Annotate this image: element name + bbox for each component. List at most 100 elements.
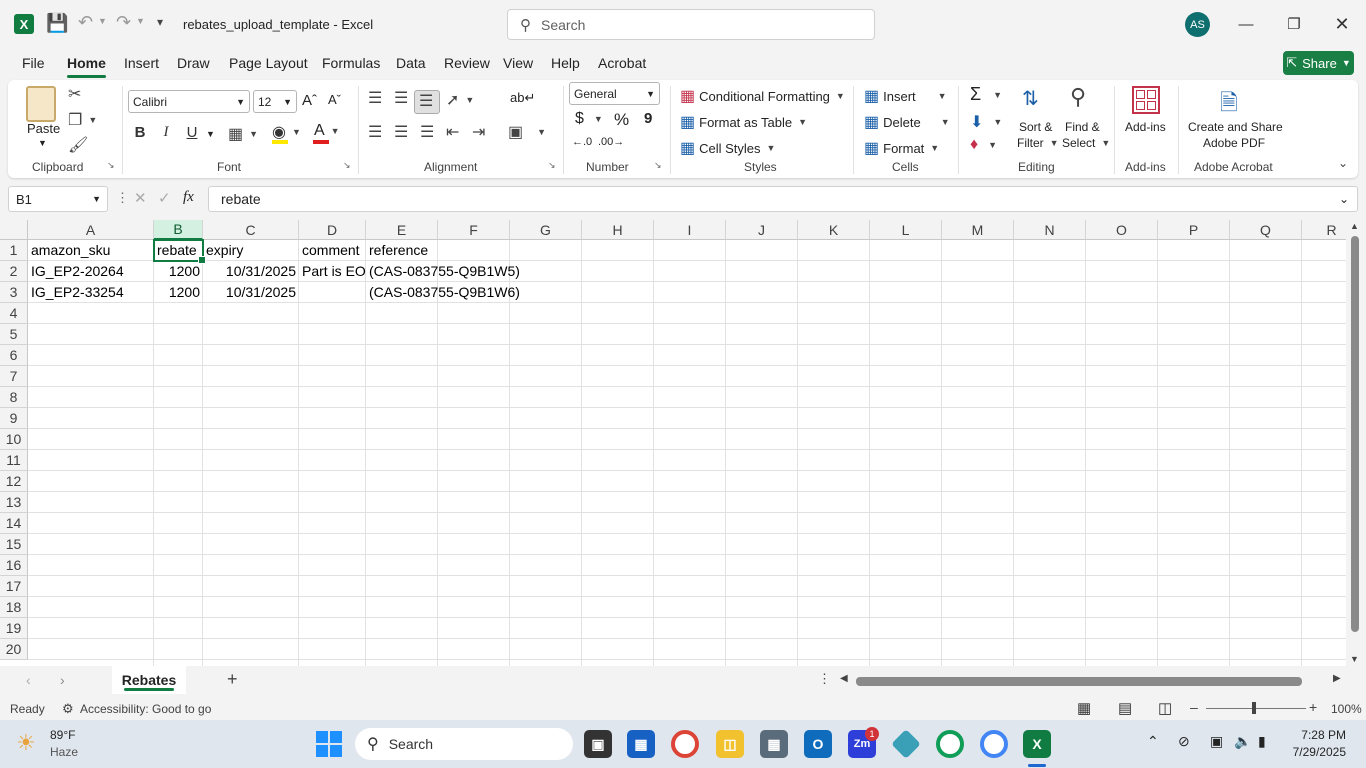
column-header-m[interactable]: M xyxy=(942,220,1014,240)
column-header-r[interactable]: R xyxy=(1302,220,1346,240)
cell-d1[interactable]: comment xyxy=(299,240,363,261)
redo-dropdown-icon[interactable]: ▼ xyxy=(136,16,145,26)
column-header-f[interactable]: F xyxy=(438,220,510,240)
cut-icon[interactable]: ✂ xyxy=(68,84,81,104)
tab-page-layout[interactable]: Page Layout xyxy=(229,55,308,71)
row-header-9[interactable]: 9 xyxy=(0,408,28,429)
cell-d2[interactable]: Part is EO xyxy=(299,261,369,282)
outlook-icon[interactable]: O xyxy=(804,730,832,758)
cell-a3[interactable]: IG_EP2-33254 xyxy=(28,282,127,303)
row-header-17[interactable]: 17 xyxy=(0,576,28,597)
row-header-13[interactable]: 13 xyxy=(0,492,28,513)
tab-formulas[interactable]: Formulas xyxy=(322,55,380,71)
row-header-12[interactable]: 12 xyxy=(0,471,28,492)
minimize-icon[interactable]: — xyxy=(1231,10,1261,38)
decrease-indent-icon[interactable]: ⇤ xyxy=(446,122,459,142)
add-sheet-icon[interactable]: + xyxy=(227,669,238,690)
comma-style-button[interactable]: 9 xyxy=(644,110,652,127)
zoom-in-icon[interactable]: + xyxy=(1309,699,1317,715)
alignment-launcher-icon[interactable]: ↘ xyxy=(548,160,556,171)
row-header-4[interactable]: 4 xyxy=(0,303,28,324)
create-share-pdf-button[interactable]: Create and Share xyxy=(1188,120,1283,134)
fill-icon[interactable]: ⬇ ▼ xyxy=(970,112,1002,132)
align-middle-icon[interactable]: ☰ xyxy=(394,88,408,108)
volume-icon[interactable]: 🔈 xyxy=(1234,733,1251,750)
zoom-out-icon[interactable]: – xyxy=(1190,699,1198,715)
expand-formula-icon[interactable]: ⌄ xyxy=(1339,192,1349,206)
align-top-icon[interactable]: ☰ xyxy=(368,88,382,108)
sort-filter-icon[interactable]: ⇅ xyxy=(1022,86,1039,111)
prev-sheet-icon[interactable]: ‹ xyxy=(26,672,31,688)
orientation-icon[interactable]: ➚ ▼ xyxy=(446,90,474,110)
horizontal-scroll-thumb[interactable] xyxy=(856,677,1302,686)
paste-button[interactable]: Paste xyxy=(27,121,60,136)
increase-indent-icon[interactable]: ⇥ xyxy=(472,122,485,142)
scroll-right-icon[interactable]: ▶ xyxy=(1333,673,1341,684)
increase-decimal-icon[interactable]: ←.0 xyxy=(572,136,592,148)
column-header-l[interactable]: L xyxy=(870,220,942,240)
format-painter-icon[interactable]: 🖌 xyxy=(68,135,88,155)
row-header-3[interactable]: 3 xyxy=(0,282,28,303)
vertical-scroll-thumb[interactable] xyxy=(1351,236,1359,632)
find-select-button[interactable]: Select ▼ xyxy=(1062,136,1110,150)
customize-qat-icon[interactable]: ▾ xyxy=(157,15,163,29)
column-header-d[interactable]: D xyxy=(299,220,366,240)
row-header-7[interactable]: 7 xyxy=(0,366,28,387)
scroll-up-icon[interactable]: ▲ xyxy=(1350,221,1359,231)
row-header-16[interactable]: 16 xyxy=(0,555,28,576)
add-ins-icon[interactable] xyxy=(1132,86,1160,114)
column-header-q[interactable]: Q xyxy=(1230,220,1302,240)
column-header-p[interactable]: P xyxy=(1158,220,1230,240)
create-pdf-icon[interactable]: 🗎 xyxy=(1220,86,1238,124)
network-offline-icon[interactable]: ⊘ xyxy=(1178,733,1190,750)
format-as-table-button[interactable]: ▦ Format as Table ▼ xyxy=(680,112,807,132)
more-options-icon[interactable]: ⋮ xyxy=(116,190,129,206)
create-share-pdf-label[interactable]: Adobe PDF xyxy=(1203,136,1265,150)
chrome-profile-1-icon[interactable] xyxy=(936,730,964,758)
insert-function-button[interactable]: fx xyxy=(183,189,194,206)
tab-draw[interactable]: Draw xyxy=(177,55,210,71)
font-name-dropdown[interactable]: Calibri ▼ xyxy=(128,90,250,113)
battery-icon[interactable]: ▮ xyxy=(1258,733,1266,750)
autosum-icon[interactable]: Σ ▼ xyxy=(970,84,1002,105)
row-header-11[interactable]: 11 xyxy=(0,450,28,471)
copy-icon[interactable]: ❐ ▼ xyxy=(68,110,97,130)
file-explorer-icon[interactable]: ◫ xyxy=(716,730,744,758)
currency-button[interactable]: $ ▼ xyxy=(575,110,603,128)
italic-button[interactable]: I xyxy=(156,124,176,141)
cell-c2[interactable]: 10/31/2025 xyxy=(203,261,299,282)
sort-filter-button[interactable]: Filter ▼ xyxy=(1017,136,1059,150)
row-header-2[interactable]: 2 xyxy=(0,261,28,282)
page-break-view-icon[interactable]: ◫ xyxy=(1158,699,1172,717)
decrease-font-icon[interactable]: Aˇ xyxy=(328,92,341,107)
row-header-6[interactable]: 6 xyxy=(0,345,28,366)
zoom-slider[interactable] xyxy=(1206,708,1306,709)
tab-review[interactable]: Review xyxy=(444,55,490,71)
weather-icon[interactable]: ☀ xyxy=(16,730,36,756)
cell-c1[interactable]: expiry xyxy=(203,240,246,261)
clock-date[interactable]: 7/29/2025 xyxy=(1282,745,1346,759)
add-ins-button[interactable]: Add-ins xyxy=(1125,120,1166,134)
tab-home[interactable]: Home xyxy=(67,55,106,78)
insert-cells-button[interactable]: ▦ Insert ▼ xyxy=(864,86,947,106)
taskbar-search[interactable]: ⚲ Search xyxy=(355,728,573,760)
cell-a2[interactable]: IG_EP2-20264 xyxy=(28,261,127,282)
decrease-decimal-icon[interactable]: .00→ xyxy=(598,136,624,148)
row-header-8[interactable]: 8 xyxy=(0,387,28,408)
row-header-18[interactable]: 18 xyxy=(0,597,28,618)
display-icon[interactable]: ▣ xyxy=(1210,733,1223,750)
number-format-dropdown[interactable]: General ▼ xyxy=(569,82,660,105)
paste-dropdown-icon[interactable]: ▼ xyxy=(38,138,47,148)
column-header-k[interactable]: K xyxy=(798,220,870,240)
underline-button[interactable]: U xyxy=(182,124,202,141)
scroll-down-icon[interactable]: ▼ xyxy=(1350,654,1359,664)
increase-font-icon[interactable]: Aˆ xyxy=(302,92,317,109)
tab-file[interactable]: File xyxy=(22,55,45,71)
tab-split-handle-icon[interactable]: ⋮ xyxy=(818,671,831,687)
accessibility-icon[interactable]: ⚙ xyxy=(62,701,74,717)
next-sheet-icon[interactable]: › xyxy=(60,672,65,688)
delete-cells-button[interactable]: ▦ Delete ▼ xyxy=(864,112,950,132)
row-header-1[interactable]: 1 xyxy=(0,240,28,261)
column-header-a[interactable]: A xyxy=(28,220,154,240)
tab-insert[interactable]: Insert xyxy=(124,55,159,71)
